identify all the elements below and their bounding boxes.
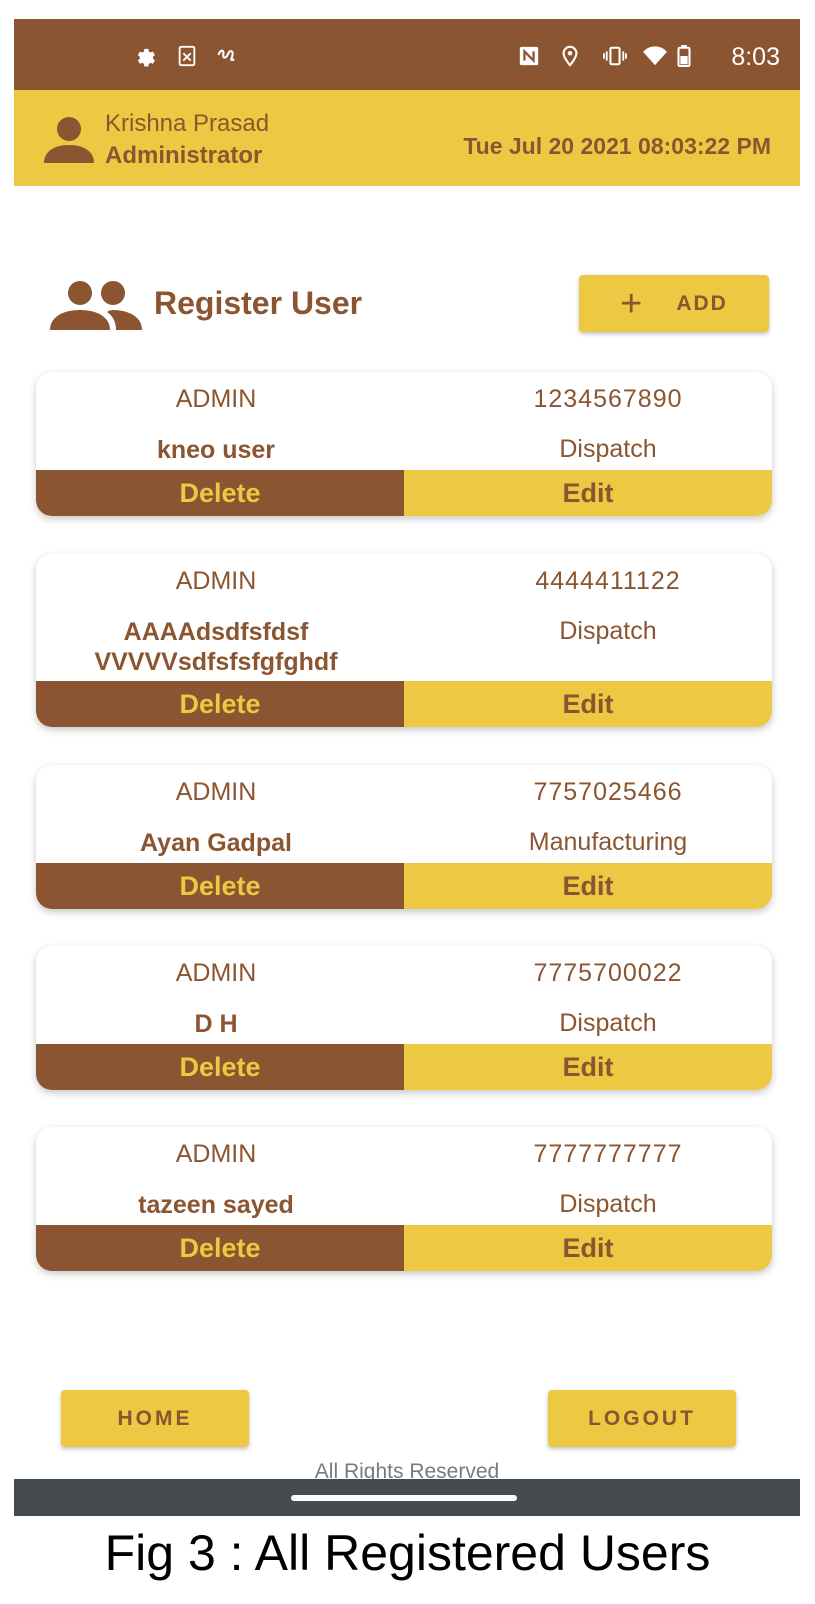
status-time: 8:03 [731,43,780,71]
home-gesture-handle[interactable] [291,1495,517,1501]
card-actions: Delete Edit [36,1225,772,1271]
location-pin-icon [562,45,578,67]
header-user-role: Administrator [105,142,263,169]
user-department: Dispatch [559,435,657,463]
section-title-row: Register User + ADD [14,254,800,334]
logout-button[interactable]: LOGOUT [548,1390,736,1447]
nfc-icon [519,46,539,66]
edit-button[interactable]: Edit [404,681,772,727]
gear-icon [137,48,155,67]
user-role: ADMIN [175,778,257,806]
edit-button[interactable]: Edit [404,863,772,909]
user-name: tazeen sayed [138,1191,294,1219]
person-icon [44,117,94,163]
user-header: Krishna Prasad Administrator Tue Jul 20 … [14,90,800,186]
user-role: ADMIN [175,959,257,987]
user-department: Dispatch [559,617,657,645]
card-actions: Delete Edit [36,1044,772,1090]
user-card: ADMIN 7777777777 tazeen sayed Dispatch D… [36,1127,772,1271]
plus-icon: + [620,282,643,325]
add-user-button[interactable]: + ADD [579,275,769,332]
user-card: ADMIN 1234567890 kneo user Dispatch Dele… [36,372,772,516]
user-card: ADMIN 7775700022 D H Dispatch Delete Edi… [36,946,772,1090]
delete-button[interactable]: Delete [36,1044,404,1090]
edit-button[interactable]: Edit [404,1225,772,1271]
user-role: ADMIN [175,1140,257,1168]
delete-button[interactable]: Delete [36,863,404,909]
edit-button[interactable]: Edit [404,470,772,516]
home-button[interactable]: HOME [61,1390,249,1447]
wifi-icon [643,46,667,66]
card-actions: Delete Edit [36,863,772,909]
phone-screen: 8:03 Krishna Prasad Administrator Tue Ju… [14,19,800,1516]
sim-x-icon [178,45,196,67]
user-department: Dispatch [559,1190,657,1218]
battery-icon [677,45,691,67]
add-button-label: ADD [676,291,728,315]
user-card: ADMIN 7757025466 Ayan Gadpal Manufacturi… [36,765,772,909]
user-name: Ayan Gadpal [140,829,292,857]
user-department: Dispatch [559,1009,657,1037]
users-group-icon [50,281,142,330]
user-card: ADMIN 4444411122 AAAAdsdfsfdsf VVVVVsdfs… [36,554,772,727]
user-phone: 7777777777 [533,1140,683,1168]
header-datetime: Tue Jul 20 2021 08:03:22 PM [463,133,771,159]
delete-button[interactable]: Delete [36,681,404,727]
user-department: Manufacturing [528,828,688,856]
figure-caption: Fig 3 : All Registered Users [104,1525,711,1581]
vibrate-icon [603,46,627,66]
card-actions: Delete Edit [36,681,772,727]
user-name: AAAAdsdfsfdsf VVVVVsdfsfsfgfghdf [94,618,338,676]
system-nav-bar [14,1479,800,1516]
user-role: ADMIN [175,385,257,413]
user-phone: 7757025466 [533,778,683,806]
status-bar: 8:03 [14,19,800,90]
user-name: kneo user [156,436,276,464]
card-actions: Delete Edit [36,470,772,516]
user-phone: 4444411122 [535,567,681,595]
user-phone: 7775700022 [533,959,683,987]
link-icon [217,49,235,62]
edit-button[interactable]: Edit [404,1044,772,1090]
page-title: Register User [154,285,363,321]
header-user-name: Krishna Prasad [105,110,270,137]
user-phone: 1234567890 [533,385,683,413]
user-role: ADMIN [175,567,257,595]
user-name: D H [194,1010,238,1038]
delete-button[interactable]: Delete [36,1225,404,1271]
delete-button[interactable]: Delete [36,470,404,516]
